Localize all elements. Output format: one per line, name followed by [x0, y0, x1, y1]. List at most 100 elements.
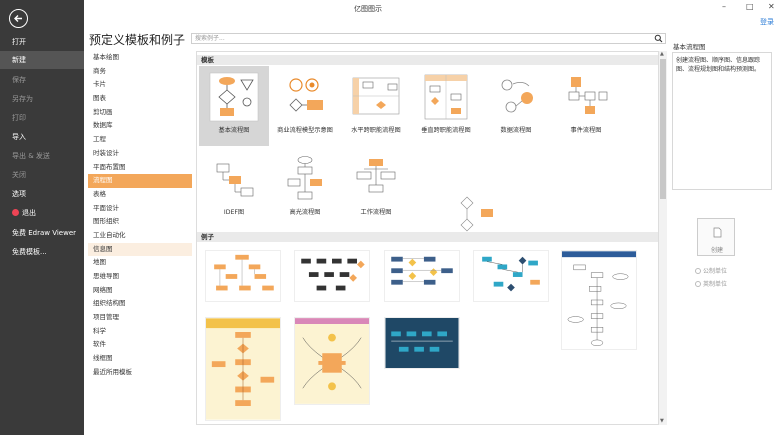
- sidebar-item-label: 新建: [12, 56, 26, 64]
- sidebar-item-label: 保存: [12, 76, 26, 84]
- example-thumbnail-4[interactable]: [473, 250, 549, 302]
- category-list: 基本绘图 商务 卡片 图表 剪切画 数据库 工程 时装设计 平面布置图 流程图 表格 平面设计 图形组织…: [88, 51, 192, 380]
- sidebar-item-label: 打开: [12, 38, 26, 46]
- category-item[interactable]: 信息图: [88, 242, 192, 257]
- category-item[interactable]: 项目管理: [88, 311, 192, 325]
- example-thumbnail-8[interactable]: [384, 317, 460, 369]
- template-business-process-model[interactable]: 商业流程模型示意图: [270, 66, 340, 146]
- category-item[interactable]: 最近所用模板: [88, 366, 192, 380]
- template-event-flow[interactable]: 事件流程图: [551, 66, 621, 146]
- category-item[interactable]: 软件: [88, 338, 192, 352]
- category-item[interactable]: 时装设计: [88, 147, 192, 161]
- document-icon: [713, 227, 722, 238]
- template-label: 商业流程模型示意图: [277, 127, 333, 134]
- example-thumbnail-7[interactable]: [294, 317, 370, 405]
- category-item[interactable]: 组织结构图: [88, 297, 192, 311]
- sidebar-item-label: 另存为: [12, 95, 33, 103]
- scroll-down-arrow-icon[interactable]: ▼: [660, 418, 664, 424]
- category-item[interactable]: 数据库: [88, 119, 192, 133]
- template-vertical-cross-functional[interactable]: 垂直跨职能流程图: [411, 66, 481, 146]
- search-input[interactable]: [192, 34, 652, 43]
- sidebar-item-viewer[interactable]: 免费 Edraw Viewer: [0, 224, 84, 242]
- category-item[interactable]: 图表: [88, 92, 192, 106]
- sidebar-item-label: 免费 Edraw Viewer: [12, 229, 77, 237]
- idef-thumbnail: [216, 163, 254, 197]
- category-item[interactable]: 工业自动化: [88, 229, 192, 243]
- sidebar-item-print[interactable]: 打印: [0, 109, 84, 127]
- search-box: [191, 33, 666, 44]
- create-label: 创建: [710, 247, 723, 254]
- window-title: 亿图图示: [354, 5, 382, 13]
- flowchart-preview-graphic: [460, 196, 493, 232]
- radio-label: 英制单位: [703, 281, 728, 288]
- gallery-scrollbar[interactable]: ▲ ▼: [659, 51, 667, 425]
- sidebar-item-save[interactable]: 保存: [0, 71, 84, 89]
- category-item[interactable]: 商务: [88, 65, 192, 79]
- sidebar-item-label: 退出: [22, 209, 36, 217]
- imperial-units-radio[interactable]: 英制单位: [695, 279, 727, 288]
- sidebar-item-label: 导入: [12, 133, 26, 141]
- template-highlight-flowchart[interactable]: 高光流程图: [270, 148, 340, 228]
- back-arrow-icon[interactable]: [9, 9, 28, 28]
- example-thumbnail-2[interactable]: [294, 250, 370, 302]
- maximize-button[interactable]: □: [746, 2, 754, 11]
- category-item[interactable]: 基本绘图: [88, 51, 192, 65]
- scroll-up-arrow-icon[interactable]: ▲: [660, 51, 664, 57]
- category-item[interactable]: 流程图: [88, 174, 192, 188]
- category-item[interactable]: 线框图: [88, 352, 192, 366]
- category-item[interactable]: 剪切画: [88, 106, 192, 120]
- preview-title: 基本流程图: [673, 43, 706, 51]
- template-label: 数据流程图: [500, 127, 532, 134]
- template-label: 高光流程图: [289, 209, 321, 216]
- sidebar-item-options[interactable]: 选项: [0, 185, 84, 203]
- category-item[interactable]: 地图: [88, 256, 192, 270]
- close-button[interactable]: ✕: [768, 2, 775, 11]
- sidebar-item-import[interactable]: 导入: [0, 128, 84, 146]
- template-data-flow[interactable]: 数据流程图: [481, 66, 551, 146]
- template-idef[interactable]: IDEF图: [199, 148, 269, 228]
- template-label: 基本流程图: [218, 127, 250, 134]
- horizontal-cross-functional-thumbnail: [352, 77, 400, 115]
- category-item[interactable]: 网络图: [88, 284, 192, 298]
- data-flow-thumbnail: [501, 79, 533, 113]
- category-item[interactable]: 平面布置图: [88, 161, 192, 175]
- sidebar-item-exit[interactable]: 退出: [0, 204, 84, 222]
- search-icon[interactable]: [654, 34, 663, 43]
- create-button[interactable]: 创建: [697, 218, 735, 256]
- sidebar-item-label: 关闭: [12, 171, 26, 179]
- category-item[interactable]: 平面设计: [88, 202, 192, 216]
- sidebar-item-free-templates[interactable]: 免费模板...: [0, 243, 84, 261]
- sidebar-item-new[interactable]: 新建: [0, 51, 84, 69]
- example-thumbnail-3[interactable]: [384, 250, 460, 302]
- category-item[interactable]: 图形组织: [88, 215, 192, 229]
- sidebar-item-save-as[interactable]: 另存为: [0, 90, 84, 108]
- sidebar-item-export-send[interactable]: 导出 & 发送: [0, 147, 84, 165]
- vertical-cross-functional-thumbnail: [424, 74, 468, 120]
- login-link[interactable]: 登录: [760, 17, 774, 27]
- minimize-button[interactable]: –: [722, 2, 726, 11]
- sidebar-item-open[interactable]: 打开: [0, 33, 84, 51]
- category-item[interactable]: 表格: [88, 188, 192, 202]
- radio-label: 公制单位: [703, 268, 728, 275]
- event-flow-thumbnail: [568, 77, 608, 114]
- example-thumbnail-1[interactable]: [205, 250, 281, 302]
- scroll-thumb[interactable]: [660, 59, 666, 199]
- category-item[interactable]: 思维导图: [88, 270, 192, 284]
- category-item[interactable]: 工程: [88, 133, 192, 147]
- sidebar-item-close[interactable]: 关闭: [0, 166, 84, 184]
- category-item[interactable]: 科学: [88, 325, 192, 339]
- example-thumbnail-5[interactable]: [561, 250, 637, 350]
- radio-icon: [695, 268, 701, 274]
- description-text: 创建流程图、顺序图、信息跟踪图、流程规划图和结构预测图。: [676, 57, 761, 73]
- business-process-thumbnail: [289, 78, 323, 112]
- example-thumbnail-6[interactable]: [205, 317, 281, 421]
- metric-units-radio[interactable]: 公制单位: [695, 266, 727, 275]
- template-horizontal-cross-functional[interactable]: 水平跨职能流程图: [341, 66, 411, 146]
- template-basic-flowchart[interactable]: 基本流程图: [199, 66, 269, 146]
- page-title: 预定义模板和例子: [89, 33, 186, 47]
- highlight-flowchart-thumbnail: [287, 156, 322, 200]
- radio-icon: [695, 281, 701, 287]
- category-item[interactable]: 卡片: [88, 78, 192, 92]
- template-label: 水平跨职能流程图: [351, 127, 401, 134]
- template-workflow[interactable]: 工作流程图: [341, 148, 411, 228]
